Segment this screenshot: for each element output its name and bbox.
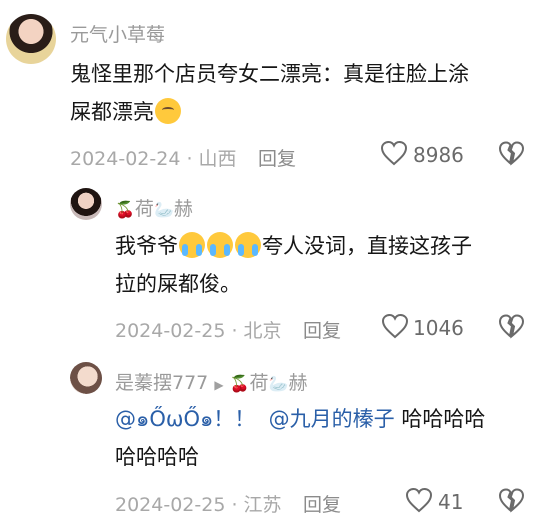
comment-text-part-2: 夸人没词，直接这孩子 (262, 234, 472, 258)
heart-icon (405, 487, 433, 513)
reply-to-text-2: 赫 (288, 372, 308, 394)
like-count: 1046 (413, 316, 464, 340)
username-row: 是蓁摆777 ▶ 🍒荷🦢赫 (115, 368, 307, 395)
broken-heart-icon (498, 141, 525, 166)
comment-text-part: 我爷爷 (115, 234, 178, 258)
date-location: 2024-02-25 · 江苏 (115, 494, 282, 516)
cherry-icon: 🍒 (229, 374, 250, 393)
avatar[interactable] (70, 362, 102, 394)
comment-line: @๑ŐωŐ๑！！ @九月的榛子 哈哈哈哈 (115, 400, 525, 438)
dislike-button[interactable] (498, 313, 525, 343)
mention-link[interactable]: @๑ŐωŐ๑！！ (115, 407, 255, 431)
reply-to-username[interactable]: 🍒荷🦢赫 (230, 372, 308, 394)
comment-text: @๑ŐωŐ๑！！ @九月的榛子 哈哈哈哈 哈哈哈哈 (115, 400, 525, 476)
crying-face-emoji-icon (235, 232, 261, 258)
cherry-icon: 🍒 (115, 200, 135, 219)
dislike-button[interactable] (498, 487, 525, 517)
reply-to-text: 荷 (249, 372, 269, 394)
comment-line: 鬼怪里那个店员夸女二漂亮：真是往脸上涂 (70, 62, 469, 86)
comment-line-2: 拉的屎都俊。 (115, 272, 241, 296)
goose-icon: 🦢 (153, 200, 174, 219)
broken-heart-icon (498, 314, 525, 339)
like-button[interactable] (381, 313, 409, 343)
crying-face-emoji-icon (179, 232, 205, 258)
broken-heart-icon (498, 488, 525, 513)
like-button[interactable] (405, 487, 433, 517)
comment-text-part: 哈哈哈哈 (401, 407, 486, 431)
comment-line-text: 屎都漂亮 (70, 100, 154, 124)
reply-button[interactable]: 回复 (258, 144, 296, 171)
username-text-2: 赫 (173, 198, 193, 220)
avatar[interactable] (70, 188, 102, 220)
like-count: 41 (438, 490, 464, 514)
shy-face-emoji-icon (155, 98, 181, 124)
reply-button[interactable]: 回复 (303, 316, 341, 343)
goose-icon: 🦢 (268, 374, 289, 393)
heart-icon (380, 140, 408, 166)
comment-line-2: 屎都漂亮 (70, 93, 520, 131)
avatar[interactable] (6, 14, 56, 64)
heart-icon (381, 313, 409, 339)
comment-text: 我爷爷 夸人没词，直接这孩子 拉的屎都俊。 (115, 227, 525, 303)
mention-link-2[interactable]: @九月的榛子 (269, 407, 395, 431)
date-location: 2024-02-25 · 北京 (115, 320, 282, 342)
username[interactable]: 元气小草莓 (70, 20, 165, 47)
reply-arrow-icon: ▶ (214, 378, 224, 392)
username[interactable]: 是蓁摆777 (115, 372, 208, 394)
like-count: 8986 (413, 143, 464, 167)
date-location: 2024-02-24 · 山西 (70, 148, 237, 170)
username-text: 荷 (134, 198, 154, 220)
comment-text: 鬼怪里那个店员夸女二漂亮：真是往脸上涂 屎都漂亮 (70, 55, 520, 131)
reply-button[interactable]: 回复 (303, 490, 341, 517)
username[interactable]: 🍒荷🦢赫 (115, 194, 193, 221)
comment-line: 我爷爷 夸人没词，直接这孩子 (115, 227, 525, 265)
like-button[interactable] (380, 140, 408, 170)
comment-line-2: 哈哈哈哈 (115, 445, 199, 469)
crying-face-emoji-icon (207, 232, 233, 258)
dislike-button[interactable] (498, 140, 525, 170)
